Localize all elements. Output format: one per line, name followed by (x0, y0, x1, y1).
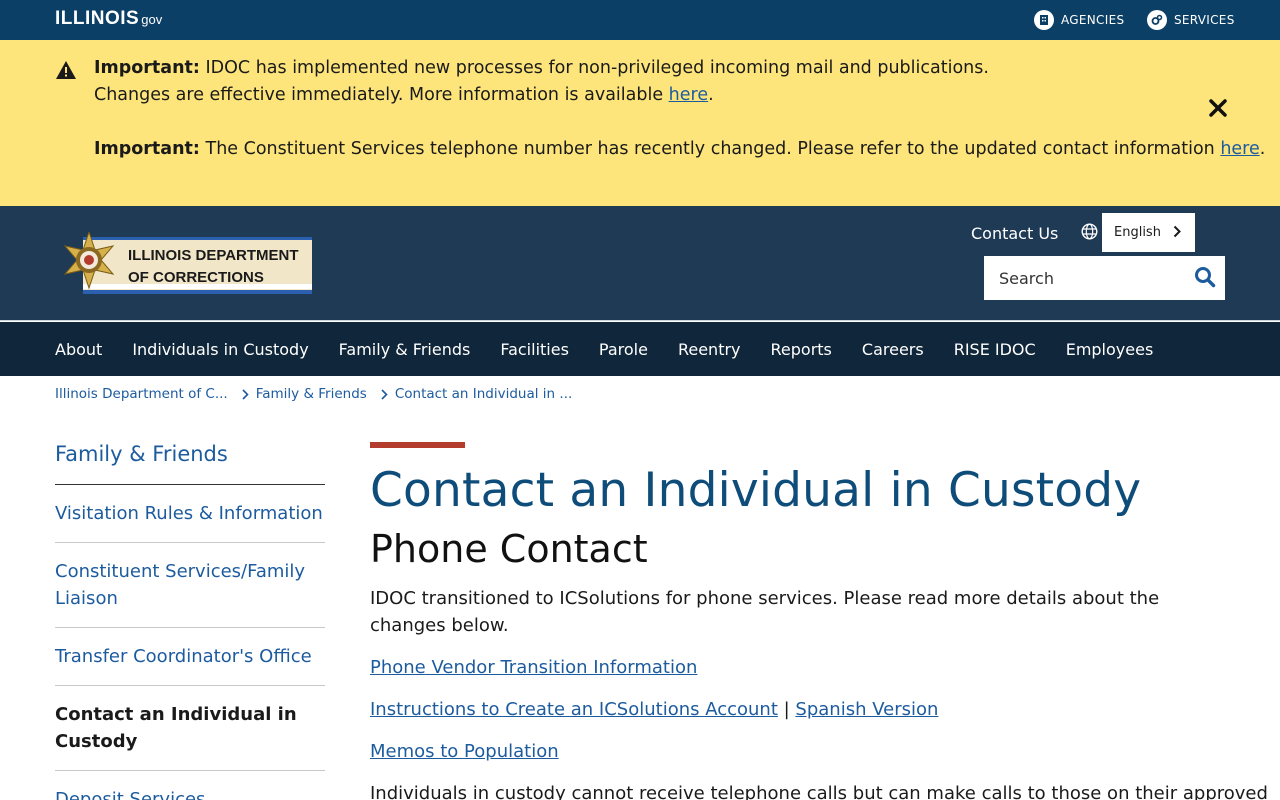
section-sidebar: Family & Friends Visitation Rules & Info… (55, 440, 325, 800)
intro-paragraph: IDOC transitioned to ICSolutions for pho… (370, 588, 1160, 636)
site-header: ILLINOIS DEPARTMENT OF CORRECTIONS Conta… (0, 206, 1280, 321)
nav-item-individuals-in-custody[interactable]: Individuals in Custody (132, 340, 308, 359)
gears-icon (1147, 10, 1167, 30)
building-icon (1034, 10, 1054, 30)
contact-us-link[interactable]: Contact Us (971, 224, 1058, 243)
main-navigation: About Individuals in Custody Family & Fr… (0, 322, 1280, 376)
sidebar-item-deposit-services[interactable]: Deposit Services (55, 771, 325, 800)
nav-item-reentry[interactable]: Reentry (678, 340, 741, 359)
sidebar-item-contact-individual[interactable]: Contact an Individual in Custody (55, 686, 325, 771)
spanish-version-link[interactable]: Spanish Version (795, 699, 938, 720)
illinois-gov-bar: ILLINOIS gov AGENCIES SERVICES (0, 0, 1280, 40)
nav-item-careers[interactable]: Careers (862, 340, 924, 359)
memos-to-population-link[interactable]: Memos to Population (370, 741, 559, 762)
nav-item-employees[interactable]: Employees (1066, 340, 1154, 359)
title-accent-bar (370, 442, 465, 448)
nav-item-reports[interactable]: Reports (771, 340, 832, 359)
nav-item-about[interactable]: About (55, 340, 102, 359)
logo-main-text: ILLINOIS (55, 8, 140, 29)
sidebar-item-constituent-services[interactable]: Constituent Services/Family Liaison (55, 543, 325, 628)
logo-line2: OF CORRECTIONS (128, 269, 264, 286)
alert-period: . (1259, 139, 1266, 159)
breadcrumb-home[interactable]: Illinois Department of C... (55, 386, 228, 402)
alert-phone-here-link[interactable]: here (1220, 139, 1259, 159)
calls-paragraph: Individuals in custody cannot receive te… (370, 783, 1268, 800)
breadcrumb-family-friends[interactable]: Family & Friends (256, 386, 367, 402)
alert-important-label: Important: (94, 58, 200, 78)
services-link[interactable]: SERVICES (1147, 10, 1235, 30)
nav-item-rise-idoc[interactable]: RISE IDOC (954, 340, 1036, 359)
nav-item-facilities[interactable]: Facilities (500, 340, 569, 359)
nav-item-family-friends[interactable]: Family & Friends (339, 340, 471, 359)
logo-suffix-text: gov (141, 12, 163, 27)
language-selector[interactable]: English (1102, 213, 1195, 252)
phone-vendor-transition-link[interactable]: Phone Vendor Transition Information (370, 657, 697, 678)
important-alert-banner: Important: IDOC has implemented new proc… (0, 40, 1280, 206)
sidebar-title[interactable]: Family & Friends (55, 440, 325, 485)
logo-line1: ILLINOIS DEPARTMENT (128, 247, 299, 264)
chevron-right-icon (242, 388, 249, 400)
globe-icon (1081, 223, 1098, 244)
alert-important-label: Important: (94, 139, 200, 159)
agencies-link[interactable]: AGENCIES (1034, 10, 1124, 30)
section-heading-phone-contact: Phone Contact (370, 527, 648, 571)
idoc-logo[interactable]: ILLINOIS DEPARTMENT OF CORRECTIONS (55, 230, 313, 304)
services-label: SERVICES (1174, 13, 1235, 27)
search-box (984, 256, 1225, 300)
illinois-gov-logo[interactable]: ILLINOIS gov (55, 8, 162, 30)
alert-mail-here-link[interactable]: here (669, 85, 708, 105)
main-content: Contact an Individual in Custody Phone C… (370, 442, 1268, 800)
close-icon[interactable] (1207, 97, 1229, 119)
sidebar-item-transfer-coordinator[interactable]: Transfer Coordinator's Office (55, 628, 325, 686)
search-icon[interactable] (1194, 266, 1216, 292)
chevron-right-icon (1173, 225, 1181, 242)
breadcrumb-current[interactable]: Contact an Individual in ... (395, 386, 572, 402)
agencies-label: AGENCIES (1061, 13, 1125, 27)
chevron-right-icon (381, 388, 388, 400)
page-title: Contact an Individual in Custody (370, 463, 1142, 518)
alert-effective-text: Changes are effective immediately. More … (94, 85, 669, 105)
alert-message-phone: Important: The Constituent Services tele… (94, 136, 1265, 163)
sidebar-item-visitation[interactable]: Visitation Rules & Information (55, 485, 325, 543)
alert-mail-text: IDOC has implemented new processes for n… (199, 58, 989, 78)
alert-message-mail: Important: IDOC has implemented new proc… (94, 55, 989, 109)
alert-phone-text: The Constituent Services telephone numbe… (199, 139, 1221, 159)
nav-item-parole[interactable]: Parole (599, 340, 648, 359)
icsolutions-account-instructions-link[interactable]: Instructions to Create an ICSolutions Ac… (370, 699, 778, 720)
alert-period: . (708, 85, 714, 105)
warning-icon (55, 60, 77, 84)
language-label: English (1114, 225, 1161, 240)
search-input[interactable] (984, 256, 1184, 300)
link-separator: | (777, 699, 796, 720)
breadcrumb: Illinois Department of C... Family & Fri… (55, 386, 572, 402)
